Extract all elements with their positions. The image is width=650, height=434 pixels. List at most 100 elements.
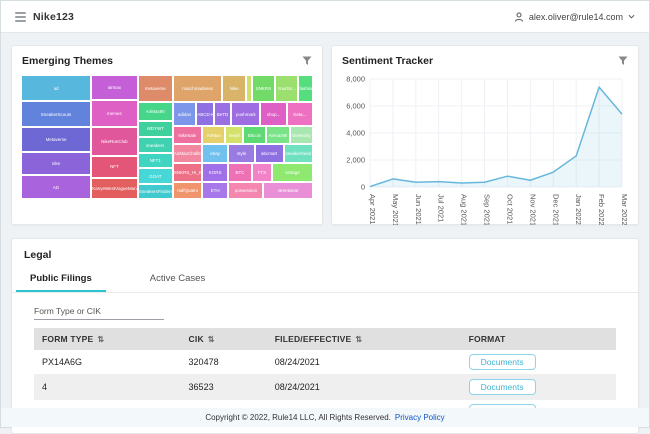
treemap-tile[interactable]: ad (21, 75, 91, 101)
treemap-tile[interactable]: possession (228, 182, 263, 199)
user-menu[interactable]: alex.oliver@rule14.com (514, 12, 635, 22)
format-cell: Documents (461, 350, 616, 375)
form-type-cik-input[interactable] (34, 303, 164, 320)
treemap-tile[interactable]: YourSn... (275, 75, 298, 102)
treemap-tile[interactable]: adidas (173, 102, 196, 126)
hamburger-menu-icon[interactable] (15, 12, 26, 22)
svg-text:Sep 2021: Sep 2021 (483, 194, 492, 225)
sort-icon[interactable]: ⇅ (97, 335, 104, 344)
treemap-tile[interactable]: streetwear (263, 182, 313, 199)
treemap-tile[interactable]: shop... (260, 102, 286, 126)
user-icon (514, 12, 524, 22)
treemap-tile[interactable]: BeTD (214, 102, 232, 126)
sentiment-tracker-card: Sentiment Tracker 0 2,000 4,000 6,000 8,000 A… (331, 45, 639, 225)
treemap-tile[interactable]: NFT1 (138, 153, 173, 168)
column-header-format: FORMAT (461, 328, 616, 350)
treemap-tile[interactable]: airmax (91, 75, 138, 100)
user-email: alex.oliver@rule14.com (529, 12, 623, 22)
copyright-text: Copyright © 2022, Rule14 LLC, All Rights… (205, 413, 391, 422)
treemap-tile[interactable]: BTC (228, 163, 251, 182)
treemap-tile[interactable]: NikeSale (173, 126, 202, 145)
treemap-tile[interactable]: Nike (222, 75, 245, 102)
legal-tabs: Public Filings Active Cases (12, 269, 638, 293)
treemap-tile[interactable]: KORS (202, 163, 228, 182)
treemap-tile[interactable]: ETH (202, 182, 228, 199)
emerging-themes-card: Emerging Themes adSneakerScoutsMetaverse… (11, 45, 323, 225)
legal-card: Legal Public FilingsActive Cases FORM TY… (11, 238, 639, 434)
treemap-tile[interactable]: Airmax95 (266, 126, 289, 145)
treemap-tile[interactable]: vintage (272, 163, 313, 182)
treemap-tile[interactable]: sneakerhead (284, 144, 313, 163)
brand-title: Nike123 (33, 11, 74, 23)
treemap-tile[interactable]: SNKRS (252, 75, 275, 102)
treemap-tile[interactable]: AirMax90 (138, 102, 173, 121)
chevron-down-icon (628, 13, 635, 20)
sort-icon[interactable]: ⇅ (208, 335, 215, 344)
svg-text:Oct 2021: Oct 2021 (505, 194, 514, 224)
treemap-tile[interactable]: SneakersFinder4Fans (138, 184, 173, 199)
treemap-tile[interactable]: AirMaxChallenge (173, 144, 202, 163)
svg-text:Nov 2021: Nov 2021 (528, 194, 537, 225)
sentiment-tracker-title: Sentiment Tracker (342, 55, 433, 67)
treemap-tile[interactable]: metaverse (138, 75, 173, 102)
treemap-tile[interactable]: FTX (252, 163, 272, 182)
treemap-tile[interactable]: SNKRS_HI_KI (173, 163, 202, 182)
treemap-tile[interactable]: Bitcoin (243, 126, 266, 145)
treemap-tile[interactable]: Keta... (287, 102, 313, 126)
format-cell: Documents (461, 375, 616, 400)
table-row: PX14A6G32047808/24/2021Documents (34, 350, 616, 375)
treemap-tile[interactable]: KanyeWestVogueMan (91, 178, 138, 199)
treemap-tile[interactable]: Metaverse (21, 127, 91, 152)
documents-button[interactable]: Documents (469, 379, 536, 395)
svg-text:Dec 2021: Dec 2021 (551, 194, 560, 225)
documents-button[interactable]: Documents (469, 354, 536, 370)
treemap-tile[interactable]: sneakers (138, 137, 173, 153)
treemap-tile[interactable]: GOAT (138, 168, 173, 184)
column-header-form-type[interactable]: FORM TYPE⇅ (34, 328, 181, 350)
treemap-tile[interactable]: resell (225, 126, 243, 145)
treemap-tile[interactable]: ebay (202, 144, 228, 163)
column-header-filed-effective[interactable]: FILED/EFFECTIVE⇅ (267, 328, 461, 350)
cik-cell: 36523 (181, 375, 267, 400)
svg-text:2,000: 2,000 (346, 156, 365, 165)
filter-icon[interactable] (618, 56, 628, 66)
svg-text:6,000: 6,000 (346, 102, 365, 111)
svg-text:0: 0 (361, 183, 365, 192)
treemap: adSneakerScoutsMetaversenikeAD airmaxmeme… (21, 75, 313, 199)
treemap-tile[interactable]: style (228, 144, 254, 163)
treemap-tile[interactable]: Givenchy (290, 126, 313, 145)
filed-cell: 08/24/2021 (267, 375, 461, 400)
treemap-tile[interactable]: marchmadness (173, 75, 223, 102)
tab-active-cases[interactable]: Active Cases (136, 269, 219, 292)
treemap-tile[interactable]: ABCD-K (196, 102, 214, 126)
treemap-tile[interactable]: AD (21, 175, 91, 199)
treemap-tile[interactable]: abcmart (255, 144, 284, 163)
svg-text:4,000: 4,000 (346, 129, 365, 138)
sentiment-chart: 02,0004,0006,0008,000Apr 2021May 2021Jun… (332, 73, 638, 230)
treemap-tile[interactable]: SneakerScouts (21, 101, 91, 127)
form-type-cell: PX14A6G (34, 350, 181, 375)
sort-icon[interactable]: ⇅ (355, 335, 362, 344)
treemap-tile[interactable]: AirMax (202, 126, 225, 145)
cik-cell: 320478 (181, 350, 267, 375)
treemap-tile[interactable]: NikeRunClub (91, 127, 138, 156)
svg-text:Apr 2021: Apr 2021 (368, 194, 377, 224)
svg-text:8,000: 8,000 (346, 75, 365, 84)
privacy-policy-link[interactable]: Privacy Policy (395, 413, 445, 422)
treemap-tile[interactable]: NFT (91, 156, 138, 178)
topbar: Nike123 alex.oliver@rule14.com (1, 1, 649, 33)
tab-public-filings[interactable]: Public Filings (16, 269, 106, 292)
treemap-tile[interactable]: poshmark (231, 102, 260, 126)
treemap-tile[interactable]: fashion (298, 75, 313, 102)
treemap-tile[interactable]: WDYWT (138, 121, 173, 137)
treemap-tile[interactable]: nike (21, 152, 91, 176)
filter-icon[interactable] (302, 56, 312, 66)
form-type-cell: 4 (34, 375, 181, 400)
footer: Copyright © 2022, Rule14 LLC, All Rights… (1, 408, 649, 427)
treemap-tile[interactable]: HalfQuatro (173, 182, 202, 199)
emerging-themes-title: Emerging Themes (22, 55, 113, 67)
treemap-tile[interactable]: memes (91, 100, 138, 127)
table-header-row: FORM TYPE⇅CIK⇅FILED/EFFECTIVE⇅FORMAT (34, 328, 616, 350)
svg-text:Feb 2022: Feb 2022 (597, 194, 606, 225)
column-header-cik[interactable]: CIK⇅ (181, 328, 267, 350)
